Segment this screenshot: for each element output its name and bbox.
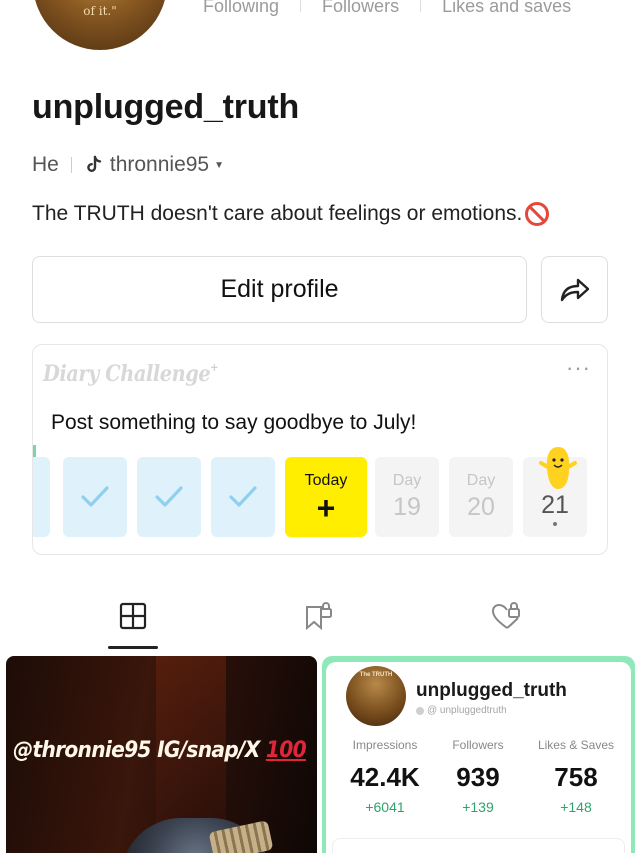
stat-delta: +139: [462, 799, 494, 815]
day-tile-done[interactable]: [137, 457, 201, 537]
day-label: Day: [392, 472, 422, 489]
tab-saved[interactable]: [289, 596, 349, 636]
day-number: 20: [467, 493, 495, 521]
card-avatar: The TRUTH: [346, 666, 406, 726]
stat-value: 939: [456, 762, 500, 792]
card-stat-likes-saves: Likes & Saves 758 +148: [530, 738, 622, 815]
grid-icon: [119, 602, 147, 630]
current-day-dot: [553, 521, 557, 526]
day-tile-today[interactable]: Today +: [285, 457, 367, 537]
tiktok-handle[interactable]: thronnie95: [110, 153, 209, 177]
post-caption-text: @thronnie95 IG/snap/X: [13, 738, 266, 763]
diary-challenge-card[interactable]: Diary Challenge+ ··· Post something to s…: [32, 344, 608, 555]
profile-tabs: [0, 596, 640, 652]
day-tile-done[interactable]: [211, 457, 275, 537]
edit-profile-button[interactable]: Edit profile: [32, 256, 527, 323]
share-profile-button[interactable]: [541, 256, 608, 323]
locked-bookmark-icon: [306, 602, 332, 631]
profile-meta-row: He thronnie95 ▼: [32, 152, 224, 178]
post-thumbnail-stats-card[interactable]: The TRUTH unplugged_truth @ unpluggedtru…: [322, 656, 635, 853]
locked-heart-icon: [491, 602, 520, 629]
post-thumbnail[interactable]: @thronnie95 IG/snap/X 100: [6, 656, 317, 853]
day-number: 19: [393, 493, 421, 521]
profile-avatar[interactable]: of it.": [33, 0, 167, 50]
post-caption: @thronnie95 IG/snap/X 100: [13, 738, 307, 763]
card-stat-followers: Followers 939 +139: [438, 738, 518, 815]
card-stat-impressions: Impressions 42.4K +6041: [340, 738, 430, 815]
more-dots-icon[interactable]: ···: [566, 357, 591, 379]
card-handle-text: @ unpluggedtruth: [427, 705, 507, 716]
check-icon: [155, 486, 183, 507]
active-tab-indicator: [108, 646, 158, 649]
handle-icon: [416, 706, 424, 715]
stat-label: Impressions: [352, 738, 418, 752]
dropdown-caret-icon[interactable]: ▼: [214, 160, 224, 171]
diary-prompt: Post something to say goodbye to July!: [51, 411, 417, 434]
check-icon: [229, 486, 257, 507]
day-tile-future: Day 19: [375, 457, 439, 537]
day-number: 21: [541, 490, 569, 519]
day-label: Day: [466, 472, 496, 489]
diary-challenge-logo: Diary Challenge+: [43, 361, 218, 387]
day-tile-done[interactable]: [63, 457, 127, 537]
prohibited-icon: [525, 202, 550, 226]
stat-delta: +6041: [365, 799, 405, 815]
diary-day-strip: Today + Day 19 Day 20 21: [33, 447, 607, 539]
stat-delta: +148: [560, 799, 592, 815]
card-bottom-panel: [332, 838, 625, 853]
plus-icon: +: [316, 490, 336, 526]
stat-value: 42.4K: [350, 762, 420, 792]
profile-username: unplugged_truth: [32, 88, 300, 126]
tiktok-icon: [87, 155, 102, 172]
stat-followers[interactable]: Followers: [322, 0, 399, 17]
stat-likes-and-saves[interactable]: Likes and saves: [442, 0, 571, 17]
profile-bio: The TRUTH doesn't care about feelings or…: [32, 201, 550, 227]
share-arrow-icon: [560, 278, 589, 301]
today-label: Today: [304, 472, 348, 489]
avatar-text: of it.": [83, 4, 117, 18]
tab-posts[interactable]: [103, 596, 163, 636]
profile-stats-row: Following Followers Likes and saves: [203, 0, 620, 18]
card-username: unplugged_truth: [416, 680, 567, 701]
stat-divider: [420, 0, 422, 12]
card-handle: @ unpluggedtruth: [416, 705, 507, 716]
tab-liked[interactable]: [477, 596, 537, 636]
yellow-mascot-icon: [539, 447, 577, 489]
bio-text: The TRUTH doesn't care about feelings or…: [32, 202, 523, 225]
hundred-emoji-icon: 100: [265, 738, 307, 763]
pronoun-label: He: [32, 153, 59, 176]
stat-value: 758: [554, 762, 598, 792]
meta-divider: [70, 157, 72, 173]
check-icon: [81, 486, 109, 507]
stat-divider: [300, 0, 302, 12]
diary-logo-text: Diary Challenge: [43, 361, 211, 387]
stat-following[interactable]: Following: [203, 0, 279, 17]
stats-card-inner: The TRUTH unplugged_truth @ unpluggedtru…: [326, 662, 631, 853]
stat-label: Likes & Saves: [537, 738, 615, 752]
day-tile-future: Day 20: [449, 457, 513, 537]
card-avatar-text: The TRUTH: [359, 672, 393, 678]
stat-label: Followers: [452, 738, 504, 752]
